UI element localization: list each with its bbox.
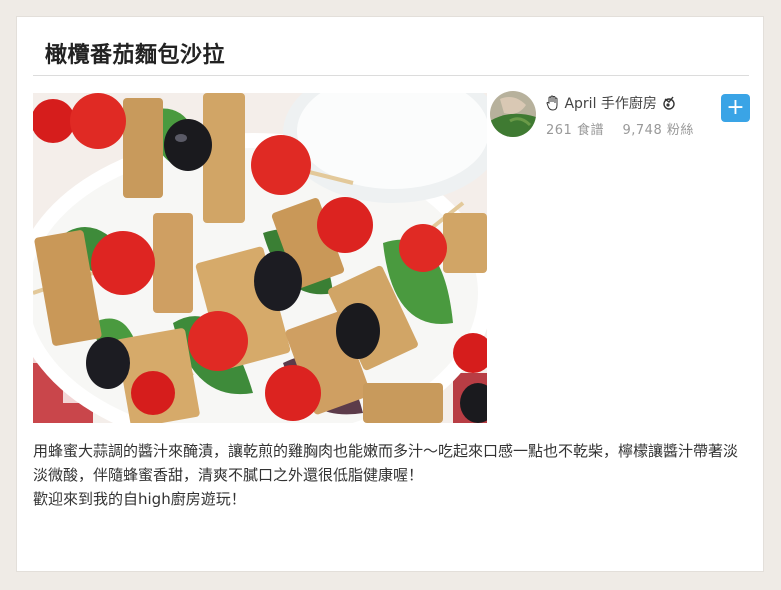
author-name-row[interactable]: April 手作廚房 bbox=[546, 93, 677, 115]
recipe-count: 261 食譜 bbox=[546, 123, 604, 138]
chef-badge-icon bbox=[661, 95, 677, 115]
title-divider bbox=[33, 75, 749, 76]
fan-count: 9,748 粉絲 bbox=[622, 123, 694, 138]
description-line: 用蜂蜜大蒜調的醬汁來醃漬，讓乾煎的雞胸肉也能嫩而多汁～吃起來口感一點也不乾柴，檸… bbox=[33, 442, 739, 484]
author-info: April 手作廚房 261 食譜 9,748 粉絲 bbox=[490, 91, 752, 151]
recipe-card: 橄欖番茄麵包沙拉 April 手作廚房 261 食譜 9,748 粉絲 + 用蜂… bbox=[16, 16, 764, 572]
recipe-description: 用蜂蜜大蒜調的醬汁來醃漬，讓乾煎的雞胸肉也能嫩而多汁～吃起來口感一點也不乾柴，檸… bbox=[33, 439, 748, 511]
hand-icon bbox=[546, 95, 560, 115]
follow-button[interactable]: + bbox=[721, 94, 750, 122]
author-name: April 手作廚房 bbox=[564, 96, 657, 112]
author-stats: 261 食譜 9,748 粉絲 bbox=[546, 119, 694, 138]
description-line: 歡迎來到我的自high廚房遊玩！ bbox=[33, 490, 246, 508]
plus-icon: + bbox=[726, 95, 745, 120]
recipe-photo[interactable] bbox=[33, 93, 487, 423]
recipe-title: 橄欖番茄麵包沙拉 bbox=[45, 43, 226, 68]
author-avatar[interactable] bbox=[490, 91, 536, 137]
